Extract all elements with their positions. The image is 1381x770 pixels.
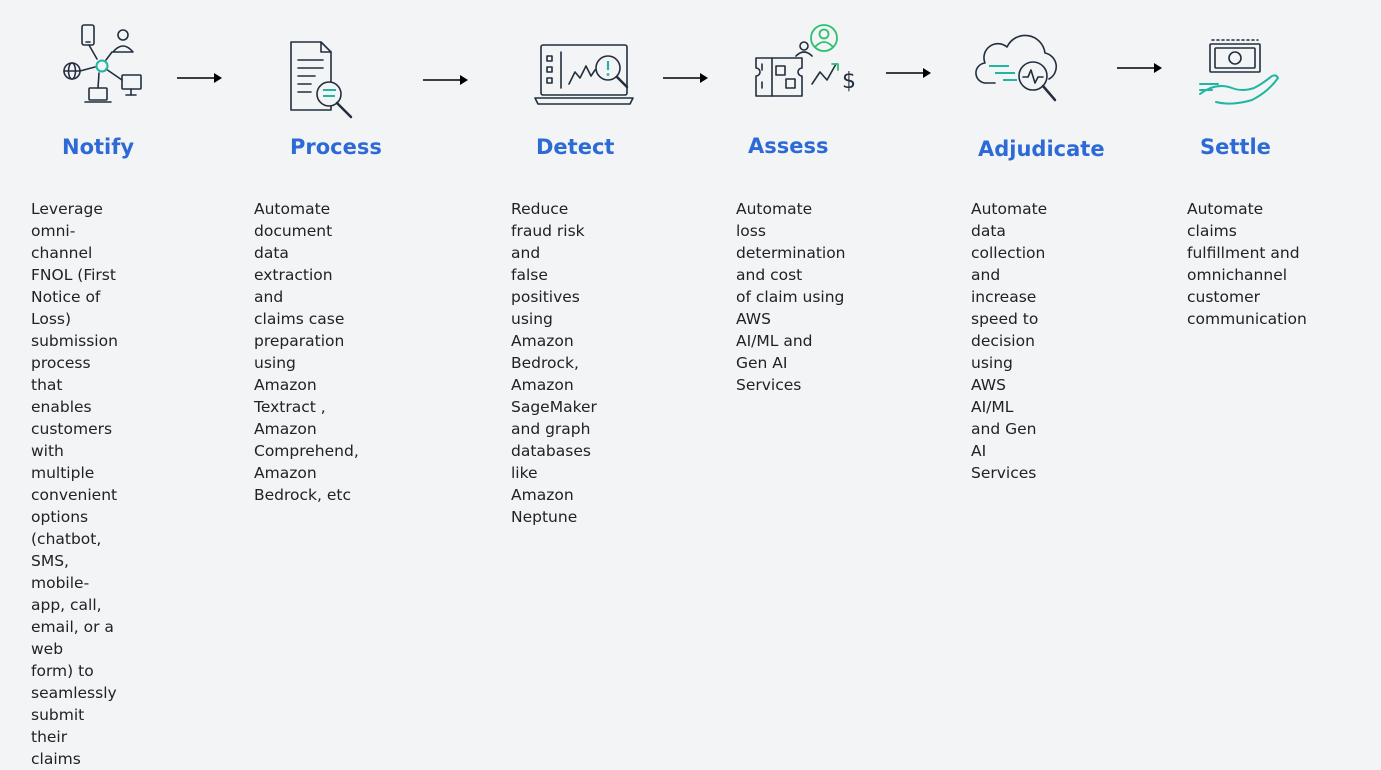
laptop-alert-icon <box>534 44 634 105</box>
step-title: Notify <box>62 135 135 159</box>
arrow-right-icon <box>663 73 708 83</box>
step-description: Leverage omni-channel FNOL (First Notice… <box>31 200 118 768</box>
arrow-right-icon <box>177 73 222 83</box>
step-title: Detect <box>536 135 615 159</box>
step-description: Reduce fraud risk and false positives us… <box>511 200 597 526</box>
step-description: Automate claims fulfillment and omnichan… <box>1187 200 1307 328</box>
step-description: Automate document data extraction and cl… <box>254 200 359 504</box>
step-title: Adjudicate <box>978 137 1105 161</box>
cloud-analytics-icon <box>975 34 1058 102</box>
arrow-right-icon <box>886 68 931 78</box>
svg-text:$: $ <box>842 69 856 94</box>
step-description: Automate data collection and increase sp… <box>971 200 1048 482</box>
step-title: Settle <box>1200 135 1271 159</box>
omni-channel-network-icon <box>63 24 142 103</box>
arrow-right-icon <box>1117 63 1162 73</box>
step-title: Assess <box>748 134 829 158</box>
step-description: Automate loss determination and cost of … <box>736 200 846 394</box>
payment-hand-icon <box>1199 39 1279 105</box>
document-search-icon <box>290 41 353 119</box>
step-title: Process <box>290 135 382 159</box>
assess-cost-icon: $ <box>755 24 856 97</box>
arrow-right-icon <box>423 75 468 85</box>
